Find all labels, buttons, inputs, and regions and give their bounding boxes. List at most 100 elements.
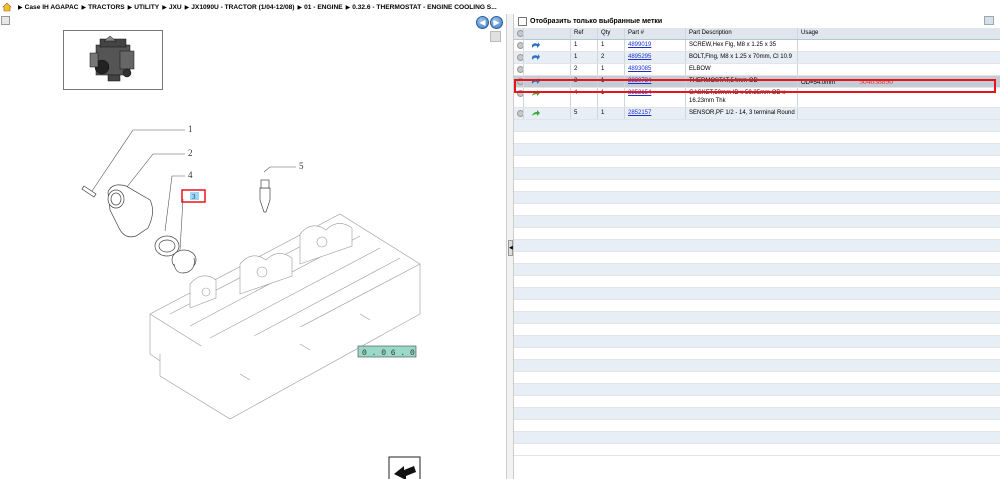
empty-row bbox=[514, 360, 1000, 372]
row-action-cell bbox=[524, 64, 571, 75]
part-number-link[interactable]: 2852157 bbox=[628, 110, 651, 116]
row-part-number: 4899019 bbox=[625, 40, 686, 51]
row-select-cell bbox=[514, 108, 524, 119]
table-row-selected[interactable]: 3 1 2830734 THERMOSTAT,54mm OD OD=54.0mm… bbox=[514, 76, 1000, 88]
row-part-number: 2852154 bbox=[625, 88, 686, 107]
row-select-cell bbox=[514, 76, 524, 87]
collapse-handle[interactable]: ◀ bbox=[508, 240, 513, 256]
part-number-link[interactable]: 4893085 bbox=[628, 66, 651, 72]
table-row[interactable]: 1 1 4899019 SCREW,Hex Flg, M8 x 1.25 x 3… bbox=[514, 40, 1000, 52]
empty-rows bbox=[514, 120, 1000, 456]
callout-1[interactable]: 1 bbox=[188, 124, 193, 134]
column-header-usage[interactable]: Usage bbox=[798, 28, 1000, 39]
empty-row bbox=[514, 120, 1000, 132]
empty-row bbox=[514, 300, 1000, 312]
column-header-qty[interactable]: Qty bbox=[598, 28, 625, 39]
row-qty: 1 bbox=[598, 108, 625, 119]
breadcrumb-item-current[interactable]: 0.32.6 - THERMOSTAT - ENGINE COOLING S..… bbox=[352, 4, 496, 11]
row-select-radio[interactable] bbox=[517, 42, 523, 49]
green-arrow-icon[interactable] bbox=[531, 90, 540, 97]
row-ref: 2 bbox=[571, 64, 598, 75]
table-row[interactable]: 1 2 4895295 BOLT,Flng, M8 x 1.25 x 70mm,… bbox=[514, 52, 1000, 64]
row-ref: 5 bbox=[571, 108, 598, 119]
row-usage-value: OD=54.0mm bbox=[801, 80, 836, 86]
diagram-pane: ◀ ▶ 1 2 4 5 3 0 . 0 6 . 0 bbox=[0, 14, 506, 479]
breadcrumb-item[interactable]: UTILITY bbox=[134, 4, 159, 11]
breadcrumb-item[interactable]: JXU bbox=[169, 4, 182, 11]
table-row[interactable]: 4 1 2852154 GASKET,50mm ID x 59.25mm OD … bbox=[514, 88, 1000, 108]
chevron-right-icon: ▶ bbox=[184, 4, 190, 11]
empty-row bbox=[514, 324, 1000, 336]
empty-row bbox=[514, 336, 1000, 348]
breadcrumb-item[interactable]: Case IH AGAPAC bbox=[25, 4, 79, 11]
blue-arrow-icon[interactable] bbox=[531, 42, 540, 49]
show-selected-only-checkbox[interactable] bbox=[518, 16, 527, 26]
blue-arrow-icon[interactable] bbox=[531, 54, 540, 61]
table-row[interactable]: 2 1 4893085 ELBOW bbox=[514, 64, 1000, 76]
parts-pane: Отобразить только выбранные метки Ref Qt… bbox=[514, 14, 1000, 479]
row-usage bbox=[798, 88, 1000, 107]
row-select-radio[interactable] bbox=[517, 90, 523, 97]
select-all-cell[interactable] bbox=[514, 28, 524, 39]
column-header-part[interactable]: Part # bbox=[625, 28, 686, 39]
row-qty: 1 bbox=[598, 88, 625, 107]
breadcrumb-item[interactable]: 01 - ENGINE bbox=[304, 4, 342, 11]
chevron-right-icon: ▶ bbox=[297, 4, 303, 11]
exploded-parts-diagram: 1 2 4 5 3 0 . 0 6 . 0 bbox=[81, 124, 421, 479]
row-select-radio[interactable] bbox=[517, 66, 523, 73]
parts-table: Ref Qty Part # Part Description Usage 1 … bbox=[514, 28, 1000, 456]
row-usage bbox=[798, 52, 1000, 63]
show-selected-only-label[interactable]: Отобразить только выбранные метки bbox=[530, 18, 662, 25]
part-number-link[interactable]: 2830734 bbox=[628, 78, 651, 84]
empty-row bbox=[514, 408, 1000, 420]
blue-arrow-icon[interactable] bbox=[531, 78, 540, 85]
empty-row bbox=[514, 372, 1000, 384]
select-all-icon[interactable] bbox=[517, 30, 523, 37]
home-icon[interactable] bbox=[2, 2, 12, 12]
empty-row bbox=[514, 444, 1000, 456]
callout-2[interactable]: 2 bbox=[188, 148, 193, 158]
pane-splitter[interactable]: ◀ bbox=[506, 14, 514, 479]
empty-row bbox=[514, 144, 1000, 156]
empty-row bbox=[514, 432, 1000, 444]
empty-row bbox=[514, 384, 1000, 396]
breadcrumb-item[interactable]: JX1090U - TRACTOR (1/04-12/08) bbox=[191, 4, 294, 11]
row-usage bbox=[798, 40, 1000, 51]
column-header-description[interactable]: Part Description bbox=[686, 28, 798, 39]
return-button[interactable] bbox=[388, 456, 421, 479]
row-description: THERMOSTAT,54mm OD bbox=[686, 76, 798, 87]
row-select-cell bbox=[514, 64, 524, 75]
chevron-right-icon: ▶ bbox=[81, 4, 87, 11]
part-number-link[interactable]: 4895295 bbox=[628, 54, 651, 60]
row-qty: 1 bbox=[598, 76, 625, 87]
chevron-right-icon: ▶ bbox=[345, 4, 351, 11]
row-description: BOLT,Flng, M8 x 1.25 x 70mm, Cl 10.9 bbox=[686, 52, 798, 63]
row-part-number: 4895295 bbox=[625, 52, 686, 63]
row-select-radio[interactable] bbox=[517, 110, 523, 117]
green-arrow-icon[interactable] bbox=[531, 110, 540, 117]
table-row[interactable]: 5 1 2852157 SENSOR,PF 1/2 - 14, 3 termin… bbox=[514, 108, 1000, 120]
empty-row bbox=[514, 228, 1000, 240]
chevron-right-icon: ▶ bbox=[162, 4, 167, 11]
row-select-cell bbox=[514, 40, 524, 51]
callout-4[interactable]: 4 bbox=[188, 170, 193, 180]
callout-3: 3 bbox=[192, 193, 196, 201]
breadcrumb-item[interactable]: TRACTORS bbox=[88, 4, 125, 11]
column-header-ref[interactable]: Ref bbox=[571, 28, 598, 39]
filter-bar: Отобразить только выбранные метки bbox=[514, 14, 1000, 28]
column-header-actions bbox=[524, 28, 571, 39]
row-select-radio[interactable] bbox=[517, 54, 523, 61]
row-description: ELBOW bbox=[686, 64, 798, 75]
row-qty: 1 bbox=[598, 64, 625, 75]
row-part-number: 4893085 bbox=[625, 64, 686, 75]
options-icon[interactable] bbox=[984, 16, 994, 25]
empty-row bbox=[514, 276, 1000, 288]
part-number-link[interactable]: 2852154 bbox=[628, 90, 651, 96]
row-ref: 1 bbox=[571, 52, 598, 63]
empty-row bbox=[514, 252, 1000, 264]
empty-row bbox=[514, 240, 1000, 252]
row-select-radio[interactable] bbox=[517, 78, 523, 85]
row-ref: 4 bbox=[571, 88, 598, 107]
part-number-link[interactable]: 4899019 bbox=[628, 42, 651, 48]
callout-5[interactable]: 5 bbox=[299, 161, 304, 171]
